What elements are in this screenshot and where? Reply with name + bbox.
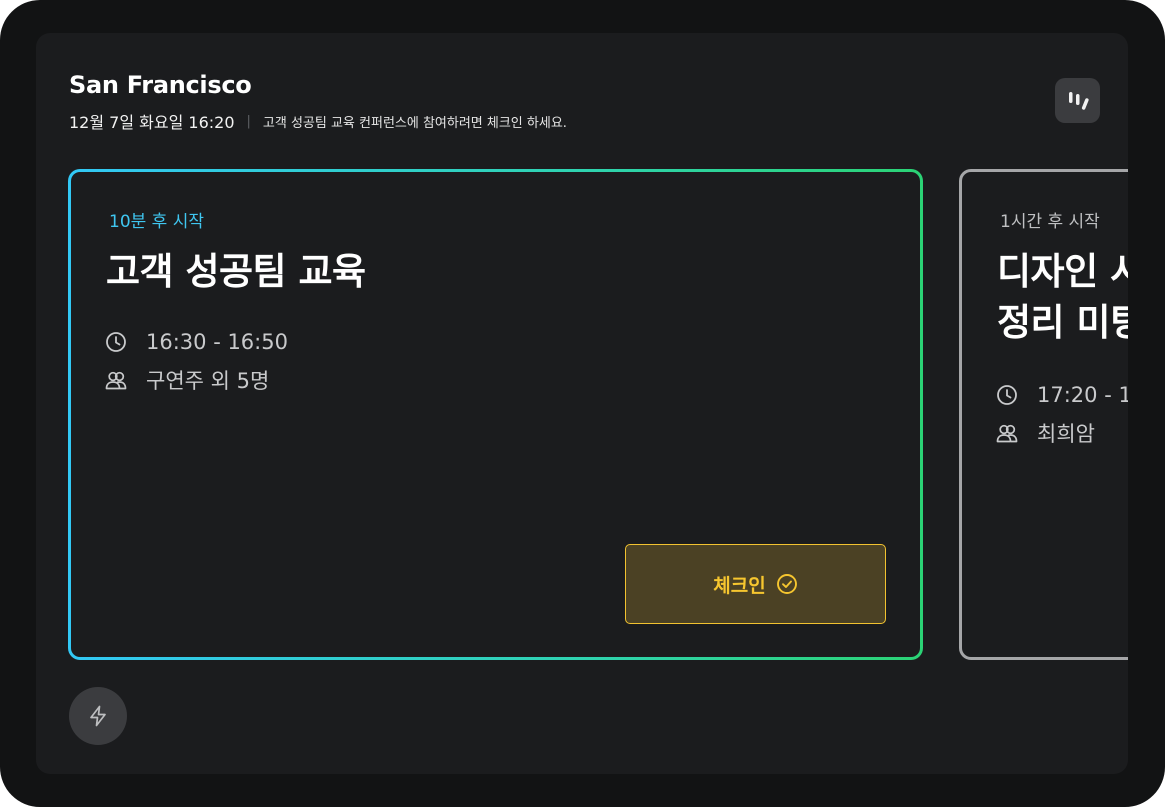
meeting-time: 17:20 - 17 xyxy=(1037,383,1128,407)
clock-icon xyxy=(106,332,126,352)
meeting-title-line: 디자인 시 xyxy=(997,250,1128,293)
clock-icon xyxy=(997,385,1017,405)
quick-action-button[interactable] xyxy=(69,687,127,745)
meeting-attendees: 구연주 외 5명 xyxy=(146,369,270,393)
meeting-time: 16:30 - 16:50 xyxy=(146,330,288,354)
meeting-title-line: 고객 성공팀 교육 xyxy=(106,250,366,293)
current-datetime: 12월 7일 화요일 16:20 xyxy=(69,113,235,132)
check-circle-icon xyxy=(776,574,797,594)
meeting-time-row: 16:30 - 16:50 xyxy=(105,330,288,354)
meeting-time-row: 17:20 - 17 xyxy=(996,383,1128,407)
meeting-start-status: 1시간 후 시작 xyxy=(1000,212,1100,232)
checkin-button[interactable]: 체크인 xyxy=(625,544,886,624)
header-separator: | xyxy=(246,113,251,129)
meeting-attendees: 최희암 xyxy=(1037,422,1095,446)
meeting-card-next[interactable]: 1시간 후 시작 디자인 시 정리 미팅 17:20 - 17 xyxy=(959,169,1128,660)
people-icon xyxy=(105,371,127,390)
meeting-attendees-row: 최희암 xyxy=(996,418,1095,448)
lightning-icon xyxy=(90,705,106,727)
meeting-title: 고객 성공팀 교육 xyxy=(106,246,366,297)
meeting-card-current[interactable]: 10분 후 시작 고객 성공팀 교육 16:30 - 16:50 구연주 외 5… xyxy=(68,169,923,660)
checkin-button-label: 체크인 xyxy=(713,574,766,597)
meeting-title: 디자인 시 정리 미팅 xyxy=(997,246,1128,348)
meeting-start-status: 10분 후 시작 xyxy=(109,212,204,232)
city-name: San Francisco xyxy=(69,71,252,99)
app-logo-icon xyxy=(1068,91,1089,110)
checkin-prompt-message: 고객 성공팀 교육 컨퍼런스에 참여하려면 체크인 하세요. xyxy=(262,115,567,131)
device-frame: San Francisco 12월 7일 화요일 16:20 | 고객 성공팀 … xyxy=(0,0,1165,807)
people-icon xyxy=(996,424,1018,443)
meeting-attendees-row: 구연주 외 5명 xyxy=(105,365,269,395)
header-subline: 12월 7일 화요일 16:20 | 고객 성공팀 교육 컨퍼런스에 참여하려면… xyxy=(69,109,567,133)
meeting-title-line: 정리 미팅 xyxy=(997,301,1128,344)
app-logo-button[interactable] xyxy=(1055,78,1100,123)
room-display-screen: San Francisco 12월 7일 화요일 16:20 | 고객 성공팀 … xyxy=(36,33,1128,774)
